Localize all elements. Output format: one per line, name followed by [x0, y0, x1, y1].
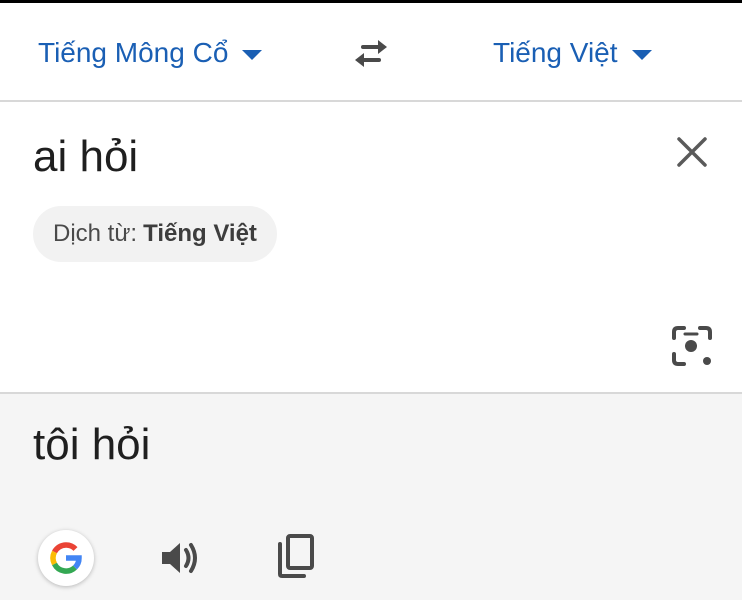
target-language-selector[interactable]: Tiếng Việt [493, 33, 652, 73]
output-area: tôi hỏi [0, 394, 742, 600]
detected-language-chip[interactable]: Dịch từ: Tiếng Việt [33, 206, 277, 262]
listen-button[interactable] [152, 532, 208, 584]
source-language-selector[interactable]: Tiếng Mông Cổ [38, 33, 263, 73]
detected-language-name: Tiếng Việt [143, 220, 257, 247]
close-icon [677, 137, 707, 167]
source-language-label: Tiếng Mông Cổ [38, 37, 229, 68]
camera-button[interactable] [666, 320, 718, 372]
copy-button[interactable] [268, 528, 324, 584]
google-button[interactable] [38, 530, 94, 586]
swap-arrows-icon [355, 40, 387, 67]
speaker-icon [162, 543, 197, 573]
swap-languages-button[interactable] [346, 33, 396, 73]
target-language-label: Tiếng Việt [493, 37, 618, 68]
caret-down-icon [631, 50, 652, 60]
translated-text: tôi hỏi [33, 420, 151, 469]
caret-down-icon [242, 50, 263, 60]
language-bar: Tiếng Mông Cổ Tiếng Việt [0, 3, 742, 100]
clear-button[interactable] [670, 130, 714, 174]
copy-icon [278, 534, 314, 578]
camera-icon [672, 326, 712, 366]
source-text[interactable]: ai hỏi [33, 132, 138, 182]
google-g-icon [50, 542, 82, 574]
detected-language-prefix: Dịch từ: [53, 220, 138, 247]
input-area[interactable]: ai hỏi Dịch từ: Tiếng Việt [0, 102, 742, 392]
